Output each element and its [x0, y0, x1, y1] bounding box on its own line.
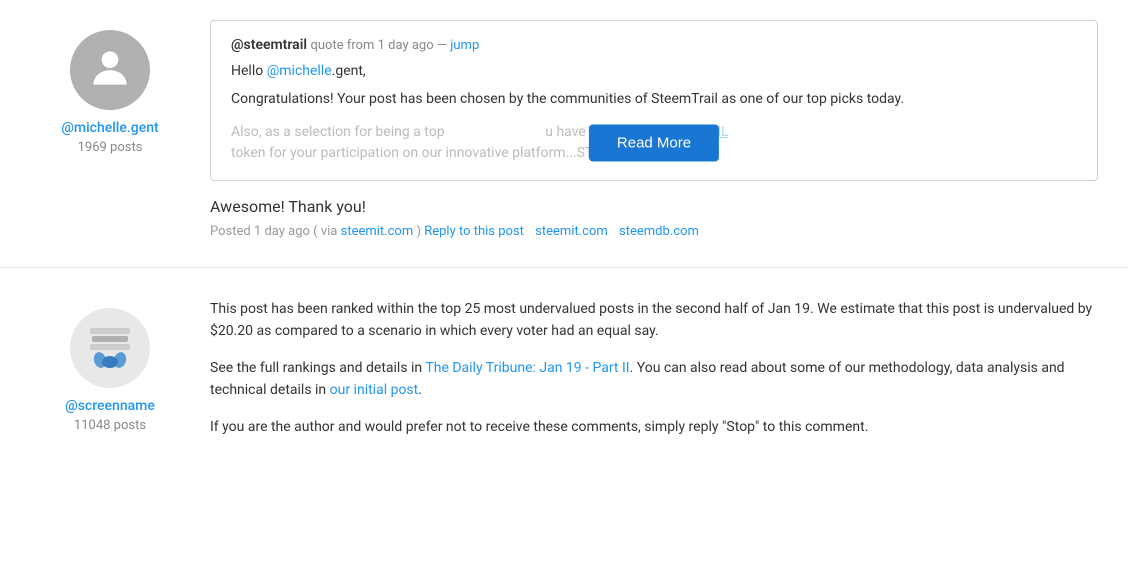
avatar — [70, 30, 150, 110]
quote-mention[interactable]: @michelle — [267, 63, 332, 79]
person-icon — [85, 43, 135, 97]
second-para-1: This post has been ranked within the top… — [210, 298, 1098, 343]
second-para-3: If you are the author and would prefer n… — [210, 416, 1098, 438]
reply-text: Awesome! Thank you! — [210, 197, 1098, 216]
quote-faded-area: Also, as a selection for being a top u h… — [231, 122, 1077, 164]
quote-box: @steemtrail quote from 1 day ago — jump … — [210, 20, 1098, 181]
read-more-overlay: Read More — [589, 125, 719, 162]
initial-post-link[interactable]: our initial post — [330, 382, 419, 398]
second-comment-content: This post has been ranked within the top… — [190, 298, 1098, 452]
second-comment-block: @screenname 11048 posts This post has be… — [0, 268, 1128, 472]
quote-main-text: Congratulations! Your post has been chos… — [231, 89, 1077, 110]
reply-section: Awesome! Thank you! Posted 1 day ago ( v… — [210, 197, 1098, 239]
second-author-sidebar: @screenname 11048 posts — [30, 298, 190, 452]
reply-meta: Posted 1 day ago ( via steemit.com ) Rep… — [210, 224, 1098, 239]
author-posts: 1969 posts — [78, 140, 143, 155]
second-para-2: See the full rankings and details in The… — [210, 357, 1098, 402]
quote-jump-link[interactable]: jump — [450, 38, 479, 53]
first-comment-block: @michelle.gent 1969 posts @steemtrail qu… — [0, 0, 1128, 268]
first-author-sidebar: @michelle.gent 1969 posts — [30, 20, 190, 247]
steemit-link[interactable]: steemit.com — [341, 224, 414, 239]
read-more-button[interactable]: Read More — [589, 125, 719, 162]
tribune-link[interactable]: The Daily Tribune: Jan 19 - Part II — [425, 360, 629, 376]
author-name[interactable]: @michelle.gent — [61, 120, 158, 136]
steemdb-link[interactable]: steemdb.com — [619, 224, 699, 239]
steemit-link-2[interactable]: steemit.com — [535, 224, 608, 239]
reply-link[interactable]: Reply to this post — [424, 224, 524, 239]
avatar-book — [70, 308, 150, 388]
first-comment-content: @steemtrail quote from 1 day ago — jump … — [190, 20, 1098, 247]
second-author-posts: 11048 posts — [74, 418, 146, 433]
quote-greeting: Hello @michelle.gent, — [231, 63, 1077, 79]
quote-author[interactable]: @steemtrail — [231, 37, 307, 53]
quote-meta: quote from 1 day ago — jump — [310, 38, 479, 53]
post-container: @michelle.gent 1969 posts @steemtrail qu… — [0, 0, 1128, 576]
second-author-name[interactable]: @screenname — [65, 398, 155, 414]
quote-header: @steemtrail quote from 1 day ago — jump — [231, 37, 1077, 53]
